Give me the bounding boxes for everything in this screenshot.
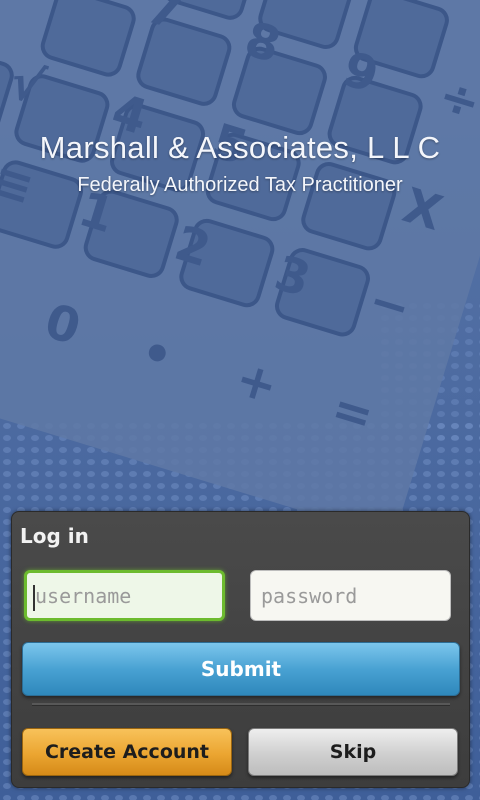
login-title: Log in xyxy=(20,524,89,548)
create-account-button[interactable]: Create Account xyxy=(22,728,232,776)
text-cursor xyxy=(33,585,35,611)
company-title: Marshall & Associates, L L C xyxy=(39,130,441,165)
submit-button[interactable]: Submit xyxy=(22,642,460,696)
username-input[interactable] xyxy=(24,570,225,621)
divider xyxy=(32,703,450,706)
skip-button[interactable]: Skip xyxy=(248,728,458,776)
login-panel: Log in Submit Create Account Skip xyxy=(11,511,470,788)
password-input[interactable] xyxy=(250,570,451,621)
company-subtitle: Federally Authorized Tax Practitioner xyxy=(77,174,403,196)
